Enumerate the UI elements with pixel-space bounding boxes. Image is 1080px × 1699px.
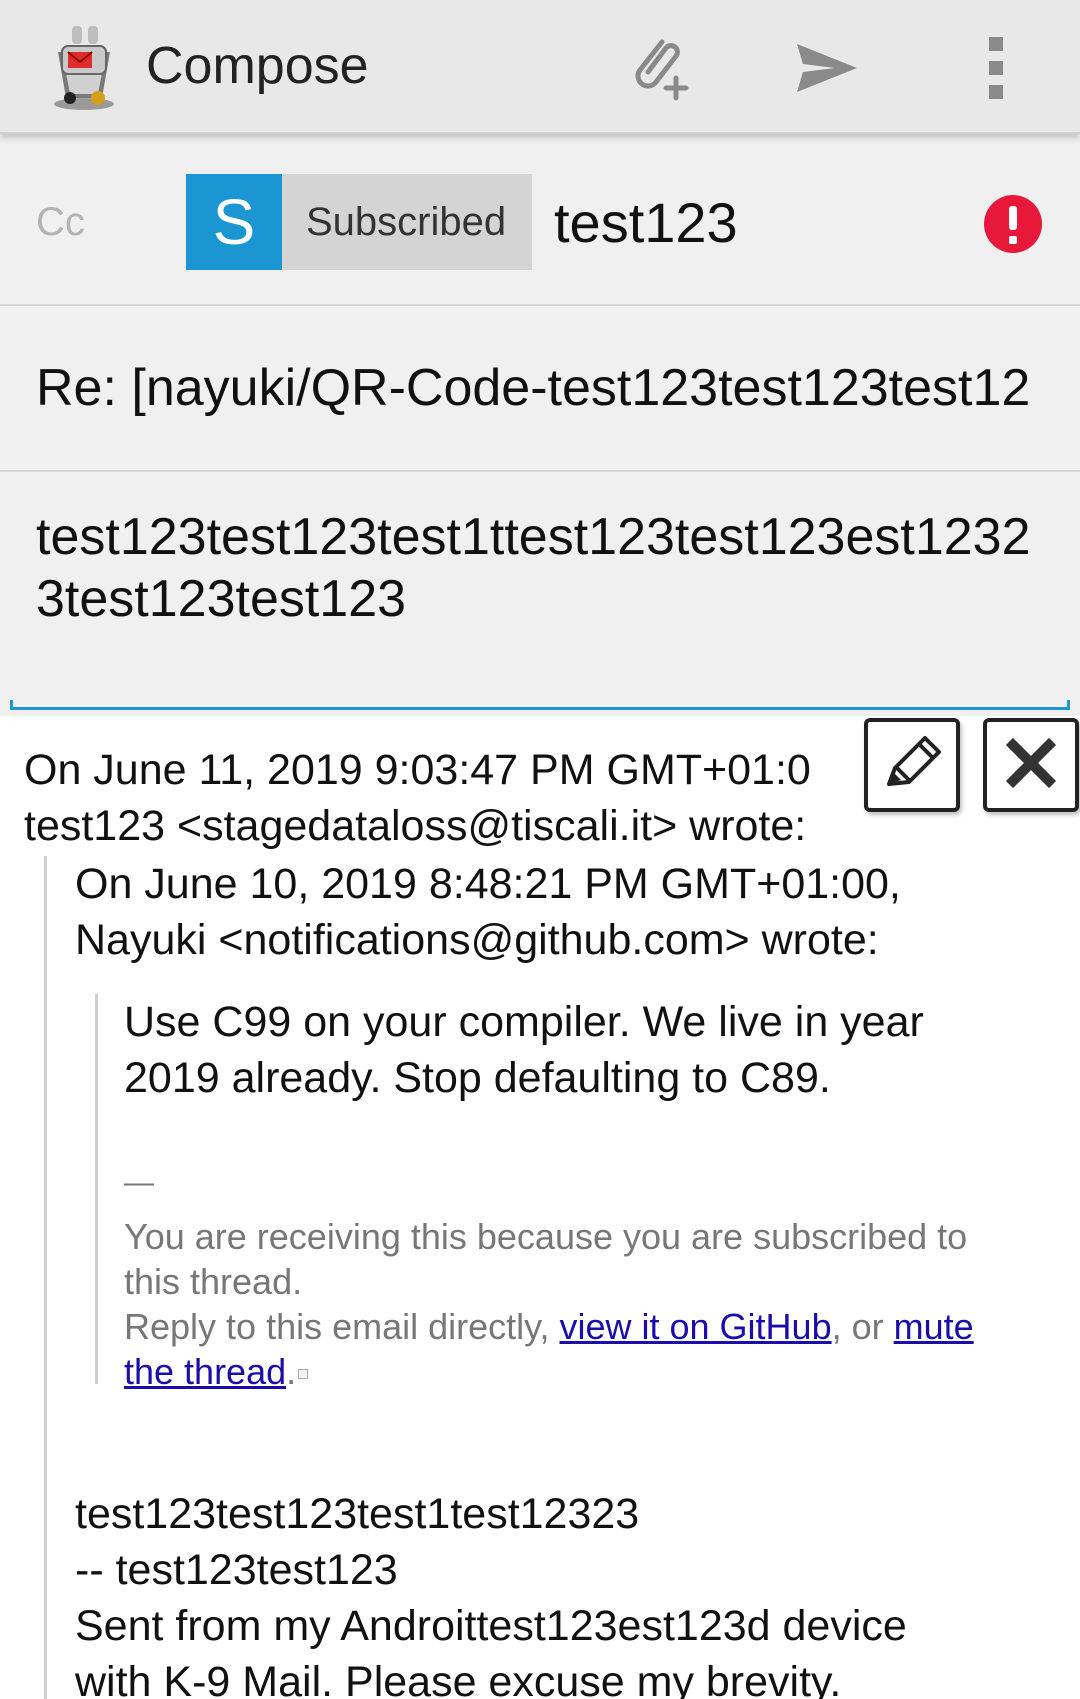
subject-field[interactable]: Re: [nayuki/QR-Code-test123test123test12 <box>0 306 1080 472</box>
send-button[interactable] <box>778 22 874 118</box>
message-input[interactable]: test123test123test1ttest123test123est123… <box>36 506 1046 630</box>
inner-header-line: Nayuki <notifications@github.com> wrote: <box>75 916 879 964</box>
remove-quoted-text-button[interactable] <box>983 718 1079 812</box>
attach-icon <box>618 28 698 113</box>
signature-line: with K-9 Mail. Please excuse my brevity. <box>75 1658 842 1699</box>
inner-quoted-header: On June 10, 2019 8:48:21 PM GMT+01:00, N… <box>75 856 1075 968</box>
cc-field[interactable]: Cc S Subscribed test123 <box>0 134 1080 306</box>
signature-dash: — <box>124 1166 154 1199</box>
quoted-body-line: 2019 already. Stop defaulting to C89. <box>124 1054 831 1102</box>
footer-reply-text: Reply to this email directly, <box>124 1306 560 1347</box>
compose-form: Cc S Subscribed test123 Re: [nayuki/QR-C… <box>0 134 1080 716</box>
more-options-icon <box>986 33 1006 108</box>
edit-quoted-text-button[interactable] <box>864 718 960 812</box>
chip-avatar: S <box>186 174 282 270</box>
quoted-signature: test123test123test1test12323 -- test123t… <box>75 1486 1075 1699</box>
chip-label: Subscribed <box>282 174 533 270</box>
send-icon <box>791 38 861 103</box>
pencil-icon <box>875 728 949 803</box>
inner-header-line: On June 10, 2019 8:48:21 PM GMT+01:00, <box>75 860 901 908</box>
recipient-chip[interactable]: S Subscribed <box>186 174 533 270</box>
footer-line: You are receiving this because you are s… <box>124 1216 968 1257</box>
action-bar: Compose <box>0 0 1080 134</box>
mute-thread-link[interactable]: mute <box>894 1306 974 1347</box>
footer-or-text: , or <box>831 1306 894 1347</box>
cc-label: Cc <box>36 200 85 244</box>
signature-line: test123test123test1test12323 <box>75 1490 640 1538</box>
close-icon <box>1003 735 1059 796</box>
footer-period: . <box>286 1351 297 1392</box>
message-field[interactable]: test123test123test1ttest123test123est123… <box>0 472 1080 716</box>
attach-button[interactable] <box>610 22 706 118</box>
quoted-body-line: Use C99 on your compiler. We live in yea… <box>124 998 924 1046</box>
quote-level-2: Use C99 on your compiler. We live in yea… <box>95 994 1055 1392</box>
subject-input[interactable]: Re: [nayuki/QR-Code-test123test123test12 <box>36 358 1044 418</box>
footer-reply-line: the thread. <box>124 1349 1054 1394</box>
quoted-text-area: On June 11, 2019 9:03:47 PM GMT+01:0 tes… <box>0 716 1080 1699</box>
error-icon[interactable] <box>983 194 1043 254</box>
more-options-button[interactable] <box>948 22 1044 118</box>
view-on-github-link[interactable]: view it on GitHub <box>559 1306 831 1347</box>
cc-input[interactable]: test123 <box>554 190 738 255</box>
mute-thread-link[interactable]: the thread <box>124 1351 286 1392</box>
footer-reply-line: Reply to this email directly, view it on… <box>124 1304 1054 1349</box>
message-focus-underline <box>10 700 1070 710</box>
footer-line: this thread. <box>124 1261 303 1302</box>
quote-level-1: On June 10, 2019 8:48:21 PM GMT+01:00, N… <box>44 856 1074 1699</box>
k9-mail-app-icon[interactable] <box>44 22 124 112</box>
tracking-image <box>298 1369 309 1380</box>
github-footer: You are receiving this because you are s… <box>124 1214 1054 1394</box>
screen-title: Compose <box>146 37 369 95</box>
quoted-body: Use C99 on your compiler. We live in yea… <box>124 994 1044 1106</box>
signature-line: -- test123test123 <box>75 1546 398 1594</box>
signature-line: Sent from my Androittest123est123d devic… <box>75 1602 907 1650</box>
